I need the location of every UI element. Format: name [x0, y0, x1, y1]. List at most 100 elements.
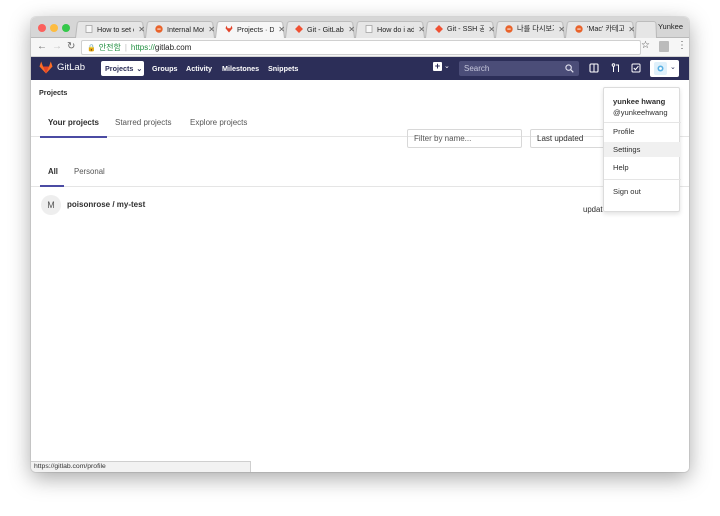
chevron-down-icon: ⌄ [670, 64, 676, 71]
stack-icon [505, 25, 513, 33]
tab-title: Projects · Da [237, 24, 275, 34]
projects-dropdown-button[interactable]: Projects ⌄ [101, 61, 144, 76]
stack-icon [575, 25, 583, 33]
gitlab-fox-icon [39, 61, 53, 74]
search-icon [565, 64, 574, 73]
secure-label: 안전함 [98, 43, 121, 52]
search-input[interactable]: Search [459, 61, 579, 76]
back-arrow-icon[interactable]: ← [37, 41, 47, 52]
browser-profile-name[interactable]: Yunkee [658, 22, 683, 31]
tab-title: 'Mac' 카테고 [587, 24, 625, 33]
page-icon [365, 25, 373, 33]
tab-close-icon[interactable]: ✕ [348, 25, 355, 34]
browser-tab[interactable]: Git - GitLab ✕ [285, 20, 355, 38]
minimize-window-button[interactable] [50, 24, 58, 32]
tab-title: Git - GitLab [307, 24, 344, 34]
nav-activity[interactable]: Activity [186, 64, 212, 73]
menu-item-settings[interactable]: Settings [604, 142, 681, 157]
dropdown-user-name: yunkee hwang [613, 97, 666, 106]
gitlab-icon [225, 25, 233, 33]
dropdown-divider [604, 179, 681, 180]
nav-snippets[interactable]: Snippets [268, 64, 298, 73]
close-window-button[interactable] [38, 24, 46, 32]
tab-close-icon[interactable]: ✕ [278, 25, 285, 34]
tab-strip: How to set c ✕ Internal Moti ✕ Projects … [31, 17, 689, 38]
chevron-down-icon: ⌄ [136, 65, 143, 73]
tab-title: Git - SSH 공 [447, 24, 485, 33]
project-avatar: M [41, 195, 61, 215]
gitlab-logo[interactable]: GitLab [39, 61, 85, 74]
browser-tab[interactable]: 나를 다시보기 ✕ [495, 20, 565, 38]
stack-icon [155, 25, 163, 33]
page-icon [85, 25, 93, 33]
menu-item-profile[interactable]: Profile [604, 124, 681, 139]
browser-tab[interactable]: How to set c ✕ [75, 20, 145, 38]
tab-title: How do i add [377, 24, 415, 34]
tab-explore-projects[interactable]: Explore projects [190, 118, 247, 127]
tab-starred-projects[interactable]: Starred projects [115, 118, 171, 127]
forward-arrow-icon[interactable]: → [52, 41, 62, 52]
active-subtab-indicator [40, 185, 64, 187]
tab-close-icon[interactable]: ✕ [418, 25, 425, 34]
project-updated-text: updat [583, 205, 603, 214]
dropdown-username: @yunkeehwang [613, 108, 668, 117]
tab-title: Internal Moti [167, 24, 205, 34]
tab-close-icon[interactable]: ✕ [208, 25, 215, 34]
project-filter-tabs: All Personal [31, 158, 689, 187]
extension-icon[interactable] [659, 41, 669, 52]
subtab-personal[interactable]: Personal [74, 167, 105, 176]
tab-close-icon[interactable]: ✕ [138, 25, 145, 34]
subtab-all[interactable]: All [48, 167, 58, 176]
user-avatar-button[interactable]: ⌄ [650, 60, 679, 77]
url-input[interactable]: 🔒 안전함 | https://gitlab.com [81, 40, 641, 55]
tab-close-icon[interactable]: ✕ [628, 25, 635, 34]
filter-by-name-input[interactable]: Filter by name... [407, 129, 522, 148]
chevron-down-icon[interactable]: ⌄ [444, 62, 450, 70]
maximize-window-button[interactable] [62, 24, 70, 32]
menu-item-help[interactable]: Help [604, 160, 681, 175]
nav-groups[interactable]: Groups [152, 64, 178, 73]
url-scheme: https:// [130, 43, 155, 52]
git-icon [295, 25, 303, 33]
tab-your-projects[interactable]: Your projects [48, 118, 99, 127]
tab-close-icon[interactable]: ✕ [488, 25, 495, 34]
user-avatar-icon [654, 62, 667, 75]
new-plus-icon[interactable]: + [433, 62, 442, 71]
menu-kebab-icon[interactable]: ⋮ [677, 40, 687, 51]
gitlab-logo-text: GitLab [57, 62, 85, 73]
tab-title: How to set c [97, 24, 135, 34]
project-name-link[interactable]: poisonrose / my-test [67, 200, 145, 209]
browser-tab[interactable]: Git - SSH 공 ✕ [425, 20, 495, 38]
nav-milestones[interactable]: Milestones [222, 64, 259, 73]
new-tab-button[interactable] [635, 20, 657, 38]
url-separator: | [124, 43, 127, 52]
merge-request-icon[interactable] [611, 63, 621, 73]
dropdown-divider [604, 122, 681, 123]
lock-icon: 🔒 [87, 44, 96, 52]
projects-label: Projects [105, 64, 134, 73]
gitlab-navbar: GitLab Projects ⌄ Groups Activity Milest… [31, 57, 689, 80]
tab-title: 나를 다시보기 [517, 24, 554, 33]
browser-tab[interactable]: Internal Moti ✕ [145, 20, 215, 38]
browser-tab-active[interactable]: Projects · Da ✕ [215, 20, 285, 38]
sidebar-toggle-icon[interactable] [589, 63, 599, 73]
user-dropdown-menu: yunkee hwang @yunkeehwang Profile Settin… [603, 87, 681, 212]
page-content: Projects Your projects Starred projects … [31, 80, 689, 472]
breadcrumb[interactable]: Projects [39, 88, 67, 97]
search-placeholder: Search [464, 64, 490, 73]
address-bar: ← → ↻ 🔒 안전함 | https://gitlab.com ☆ ⋮ [31, 38, 689, 57]
browser-tab[interactable]: How do i add ✕ [355, 20, 425, 38]
reload-icon[interactable]: ↻ [67, 41, 75, 52]
browser-tab[interactable]: 'Mac' 카테고 ✕ [565, 20, 635, 38]
browser-window: How to set c ✕ Internal Moti ✕ Projects … [31, 17, 689, 472]
sort-select[interactable]: Last updated [530, 129, 610, 148]
tab-close-icon[interactable]: ✕ [558, 25, 565, 34]
status-bar-url: https://gitlab.com/profile [31, 461, 251, 472]
todo-check-icon[interactable] [631, 63, 641, 73]
active-tab-indicator [40, 136, 107, 138]
menu-item-sign-out[interactable]: Sign out [604, 184, 681, 199]
url-host: gitlab.com [154, 43, 192, 52]
git-icon [435, 25, 443, 33]
bookmark-star-icon[interactable]: ☆ [641, 40, 650, 51]
project-row[interactable]: M poisonrose / my-test updat [31, 188, 689, 224]
